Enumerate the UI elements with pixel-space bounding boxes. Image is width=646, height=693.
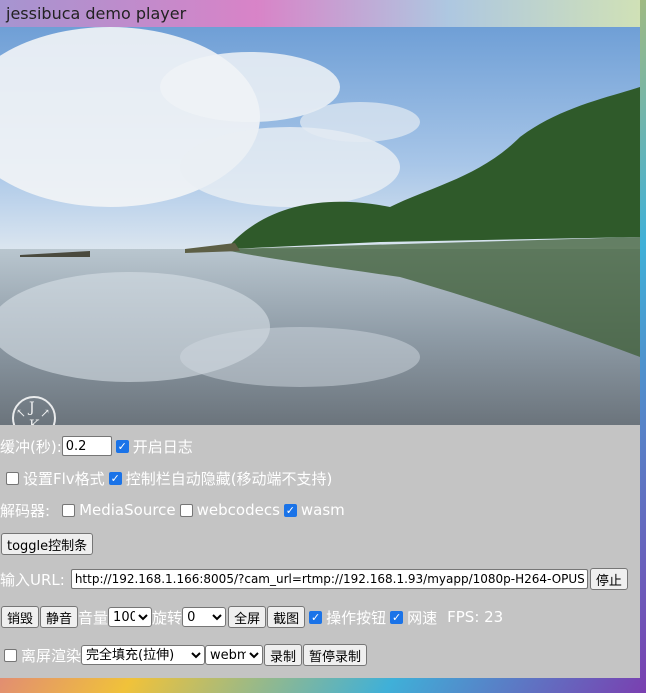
fullscreen-button[interactable]: 全屏	[228, 606, 267, 628]
decoder-mediasource-checkbox[interactable]	[62, 503, 76, 517]
mute-button[interactable]: 静音	[40, 606, 79, 628]
title-bar: jessibuca demo player	[0, 0, 640, 27]
record-button[interactable]: 录制	[264, 644, 303, 666]
toggle-controlbar-button[interactable]: toggle控制条	[1, 533, 94, 555]
decoder-webcodecs-label: webcodecs	[196, 501, 280, 519]
operate-buttons-checkbox[interactable]	[309, 610, 323, 624]
toggle-row: toggle控制条	[1, 532, 94, 556]
flv-format-label: 设置Flv格式	[23, 469, 105, 488]
controls-row: 销毁 静音 音量 100 旋转 0 全屏 截图 操作按钮 网速 FPS: 23	[1, 605, 503, 629]
autohide-controls-label: 控制栏自动隐藏(移动端不支持)	[125, 469, 333, 488]
logo-letter-bottom: K	[29, 418, 39, 425]
decoder-mediasource-label: MediaSource	[79, 501, 176, 519]
decoder-webcodecs-checkbox[interactable]	[179, 503, 193, 517]
decoder-wasm-checkbox[interactable]	[283, 503, 297, 517]
decoder-wasm-label: wasm	[300, 501, 345, 519]
destroy-button[interactable]: 销毁	[1, 606, 40, 628]
video-frame-image	[0, 27, 640, 425]
network-speed-label: 网速	[407, 608, 438, 627]
fill-mode-select[interactable]: 完全填充(拉伸)	[81, 645, 206, 665]
stop-button[interactable]: 停止	[589, 568, 628, 590]
autohide-controls-checkbox[interactable]	[108, 471, 122, 485]
offscreen-render-label: 离屏渲染	[21, 646, 82, 665]
decoder-row: 解码器: MediaSource webcodecs wasm	[0, 500, 345, 520]
rotate-label: 旋转	[152, 608, 183, 627]
record-format-select[interactable]: webm	[205, 645, 264, 665]
url-label: 输入URL:	[0, 570, 65, 589]
enable-log-label: 开启日志	[132, 437, 193, 456]
offscreen-render-checkbox[interactable]	[4, 648, 17, 662]
buffer-input[interactable]	[61, 436, 112, 456]
enable-log-checkbox[interactable]	[115, 439, 129, 453]
format-row: 设置Flv格式 控制栏自动隐藏(移动端不支持)	[0, 468, 332, 488]
video-canvas[interactable]: J ↖↗ K	[0, 27, 640, 425]
rotate-select[interactable]: 0	[182, 607, 227, 627]
flv-format-checkbox[interactable]	[6, 471, 19, 485]
operate-buttons-label: 操作按钮	[326, 608, 387, 627]
render-row: 离屏渲染 完全填充(拉伸) webm 录制 暂停录制	[0, 643, 368, 667]
window-title: jessibuca demo player	[6, 4, 187, 23]
url-input[interactable]	[70, 569, 588, 589]
pause-record-button[interactable]: 暂停录制	[303, 644, 368, 666]
volume-label: 音量	[78, 608, 109, 627]
fps-readout: FPS: 23	[447, 608, 504, 626]
logo-arrows-icon: ↖↗	[16, 406, 65, 420]
player-window: jessibuca demo player J ↖↗ 缓冲(秒): 0.2 ✓ …	[0, 0, 640, 678]
network-speed-checkbox[interactable]	[390, 610, 404, 624]
decoder-label: 解码器:	[0, 501, 51, 520]
screenshot-button[interactable]: 截图	[267, 606, 306, 628]
buffer-row: 缓冲(秒): 开启日志	[0, 436, 193, 456]
buffer-label: 缓冲(秒):	[0, 437, 62, 456]
url-row: 输入URL: 停止	[0, 567, 628, 591]
volume-select[interactable]: 100	[108, 607, 153, 627]
